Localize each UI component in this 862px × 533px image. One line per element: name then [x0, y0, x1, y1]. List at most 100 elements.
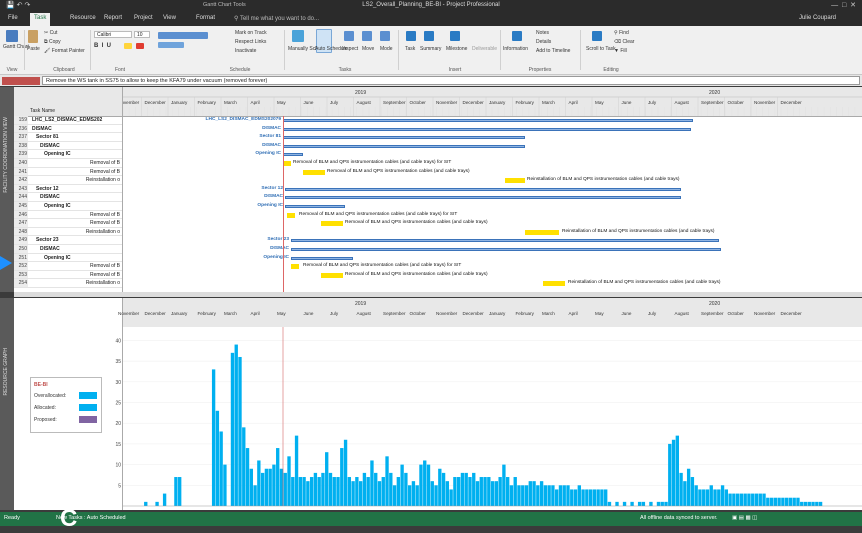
resource-bar[interactable]: [430, 481, 434, 506]
resource-bar[interactable]: [358, 481, 363, 506]
resource-bar[interactable]: [498, 477, 502, 506]
resource-bar[interactable]: [242, 427, 246, 506]
resource-bar[interactable]: [449, 489, 453, 506]
deliverable-button[interactable]: Deliverable: [472, 46, 497, 52]
resource-bar[interactable]: [223, 464, 227, 506]
task-bar[interactable]: [321, 272, 343, 278]
details-button[interactable]: Details: [536, 39, 551, 45]
resource-bar[interactable]: [377, 481, 382, 506]
resource-bar[interactable]: [615, 501, 619, 506]
task-bar[interactable]: [505, 178, 525, 184]
resource-bar[interactable]: [773, 497, 778, 506]
resource-bar[interactable]: [456, 477, 461, 506]
resource-bar[interactable]: [517, 485, 521, 506]
information-button[interactable]: Information: [503, 46, 528, 52]
resource-bar[interactable]: [502, 464, 506, 506]
gantt-chart[interactable]: 2019 2020 November December January February M…: [123, 87, 862, 292]
add-to-timeline-button[interactable]: Add to Timeline: [536, 48, 570, 54]
indent-icons[interactable]: [158, 42, 184, 48]
resource-bar[interactable]: [690, 477, 695, 506]
resource-bar[interactable]: [709, 485, 713, 506]
resource-bar[interactable]: [211, 369, 216, 506]
resource-bar[interactable]: [366, 477, 370, 506]
table-row[interactable]: 253 Removal of B: [14, 270, 122, 280]
resource-bar[interactable]: [751, 493, 755, 506]
task-bar[interactable]: [287, 212, 295, 218]
resource-bar[interactable]: [604, 489, 608, 506]
table-row[interactable]: 247 Removal of B: [14, 219, 122, 228]
resource-bar[interactable]: [766, 497, 770, 506]
resource-bar[interactable]: [162, 493, 167, 506]
summary-bar[interactable]: [283, 136, 525, 140]
resource-bar[interactable]: [543, 485, 548, 506]
resource-bar[interactable]: [472, 472, 476, 506]
summary-bar[interactable]: [291, 256, 353, 260]
table-row[interactable]: 237 Sector 81: [14, 133, 122, 142]
resource-bar[interactable]: [411, 481, 416, 506]
resource-bar[interactable]: [294, 435, 299, 506]
resource-bar[interactable]: [253, 485, 257, 506]
resource-bar[interactable]: [287, 456, 291, 506]
resource-bar[interactable]: [713, 489, 717, 506]
table-row[interactable]: 242 Reinstallation o: [14, 176, 122, 185]
resource-bar[interactable]: [351, 481, 355, 506]
resource-bar[interactable]: [781, 497, 785, 506]
notes-button[interactable]: Notes: [536, 30, 549, 36]
format-painter-button[interactable]: 🖌 Format Painter: [44, 48, 85, 54]
resource-bar[interactable]: [302, 477, 306, 506]
resource-bar[interactable]: [720, 485, 725, 506]
resource-bar[interactable]: [513, 477, 517, 506]
inspect-button[interactable]: Inspect: [342, 46, 358, 52]
resource-bar[interactable]: [321, 472, 325, 506]
resource-bar[interactable]: [407, 485, 412, 506]
task-icon[interactable]: [406, 31, 416, 41]
resource-bar[interactable]: [792, 497, 796, 506]
resource-bar[interactable]: [174, 477, 178, 506]
resource-bar[interactable]: [570, 489, 574, 506]
resource-bar[interactable]: [445, 481, 450, 506]
resource-bar[interactable]: [483, 477, 487, 506]
resource-bar[interactable]: [573, 489, 578, 506]
resource-bar[interactable]: [800, 501, 804, 506]
font-style-buttons[interactable]: B I U: [94, 43, 111, 49]
resource-bar[interactable]: [230, 352, 235, 506]
summary-bar[interactable]: [283, 153, 303, 157]
resource-bar[interactable]: [490, 481, 495, 506]
summary-button[interactable]: Summary: [420, 46, 441, 52]
resource-bar[interactable]: [362, 472, 367, 506]
tab-resource[interactable]: Resource: [70, 15, 96, 21]
resource-bar[interactable]: [735, 493, 740, 506]
resource-bar[interactable]: [400, 464, 404, 506]
task-name-column-header[interactable]: Task Name: [30, 108, 55, 114]
resource-bar[interactable]: [577, 485, 581, 506]
resource-bar[interactable]: [343, 439, 348, 506]
resource-bar[interactable]: [622, 501, 627, 506]
resource-bar[interactable]: [683, 481, 687, 506]
table-row[interactable]: 236 DISMAC: [14, 124, 122, 134]
resource-bar[interactable]: [238, 356, 242, 506]
resource-bar[interactable]: [506, 477, 510, 506]
resource-bar[interactable]: [675, 435, 679, 506]
user-name[interactable]: Julie Coupard: [799, 15, 836, 21]
resource-bar[interactable]: [279, 468, 284, 506]
summary-bar[interactable]: [291, 239, 719, 243]
resource-bar[interactable]: [332, 477, 336, 506]
resource-bar[interactable]: [660, 501, 664, 506]
inactivate-button[interactable]: Inactivate: [235, 48, 256, 54]
resource-bar[interactable]: [668, 443, 672, 506]
resource-bar[interactable]: [404, 472, 408, 506]
summary-bar[interactable]: [283, 127, 691, 131]
resource-bar[interactable]: [215, 410, 220, 506]
mark-on-track-button[interactable]: Mark on Track: [235, 30, 267, 36]
task-bar[interactable]: [543, 281, 565, 287]
summary-bar[interactable]: [285, 205, 345, 208]
resource-bar[interactable]: [464, 472, 468, 506]
font-name-select[interactable]: Calibri: [94, 31, 132, 38]
resource-bar[interactable]: [754, 493, 759, 506]
task-bar[interactable]: [283, 161, 291, 166]
percent-complete-icons[interactable]: [158, 32, 208, 39]
resource-bar[interactable]: [777, 497, 781, 506]
resource-bar[interactable]: [260, 472, 265, 506]
resource-bar[interactable]: [426, 464, 431, 506]
resource-bar[interactable]: [818, 501, 823, 506]
